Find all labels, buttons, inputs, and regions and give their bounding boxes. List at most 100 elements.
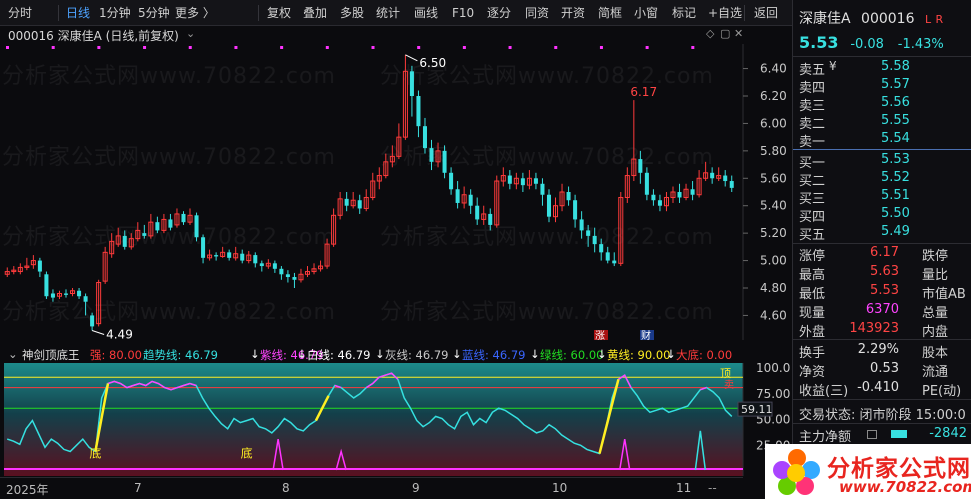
price-row: 5.53 -0.08 -1.43% bbox=[799, 33, 944, 52]
toolbar-item[interactable]: 返回 bbox=[754, 0, 778, 26]
sell-price: 5.55 bbox=[881, 113, 910, 128]
high-label: 6.50 bbox=[419, 56, 446, 70]
price-tick-label: 5.00 bbox=[760, 254, 787, 268]
diamond-icon[interactable]: ◇ bbox=[706, 27, 714, 40]
low-label: 4.49 bbox=[106, 328, 133, 340]
arrow-down-icon: ↓ bbox=[530, 347, 540, 361]
candle-body bbox=[729, 181, 734, 188]
stat-label: 外盘 bbox=[799, 325, 826, 340]
main-flow-label: 主力净额 bbox=[799, 430, 852, 445]
buy-label: 买三 bbox=[799, 192, 826, 207]
candle-body bbox=[344, 198, 349, 206]
indicator-chart[interactable]: 底底顶卖100.075.0050.0025.0059.11 bbox=[0, 361, 790, 476]
scroll-icon[interactable]: ‑‑ bbox=[708, 481, 717, 495]
buy-label: 买一 bbox=[799, 156, 826, 171]
toolbar-item[interactable]: 5分钟 bbox=[138, 0, 170, 26]
toolbar-item[interactable]: 统计 bbox=[376, 0, 400, 26]
stat-label: 净资 bbox=[799, 365, 826, 380]
chart-header: 000016 深康佳A (日线,前复权) ⌄ ◇ ▢ ✕ bbox=[0, 26, 743, 44]
candle-body bbox=[168, 219, 173, 228]
candle-body bbox=[592, 235, 597, 245]
buy-row: 买一 5.53 bbox=[799, 152, 969, 171]
sell-row: 卖二 5.55 bbox=[799, 113, 969, 132]
price-tick-label: 5.20 bbox=[760, 226, 787, 240]
toolbar-item[interactable]: 小窗 bbox=[634, 0, 658, 26]
toolbar-item[interactable]: 简框 bbox=[598, 0, 622, 26]
signal-dot bbox=[691, 46, 695, 49]
price-tick-label: 5.60 bbox=[760, 171, 787, 185]
candle-body bbox=[194, 215, 199, 238]
signal-dot bbox=[325, 46, 329, 49]
stat-row: 换手 2.29% 股本 bbox=[799, 342, 969, 361]
toolbar-item[interactable]: 同资 bbox=[525, 0, 549, 26]
peak-label: 6.17 bbox=[630, 85, 657, 99]
toolbar-item[interactable]: 分时 bbox=[8, 0, 32, 26]
close-icon[interactable]: ✕ bbox=[734, 27, 743, 40]
stat-value: 0.53 bbox=[870, 361, 899, 376]
stock-code: 000016 bbox=[861, 11, 915, 27]
toolbar-item[interactable]: 开资 bbox=[561, 0, 585, 26]
candle-body bbox=[214, 255, 219, 257]
stat-label: 涨停 bbox=[799, 249, 826, 264]
date-tick: 10 bbox=[552, 481, 568, 495]
buy-row: 买五 5.49 bbox=[799, 224, 969, 243]
price-tick-label: 4.80 bbox=[760, 281, 787, 295]
sell-row: 卖四 5.57 bbox=[799, 77, 969, 96]
candle-body bbox=[455, 189, 460, 203]
stat-label-2: 股本 bbox=[922, 346, 949, 361]
candlestick-chart[interactable]: 分析家公式网www.70822.com 分析家公式网www.70822.com … bbox=[0, 44, 790, 340]
stat-label: 现量 bbox=[799, 306, 826, 321]
candle-body bbox=[540, 183, 545, 195]
stat-row: 涨停 6.17 跌停 bbox=[799, 245, 969, 264]
candle-body bbox=[468, 194, 473, 206]
sell-row: 卖一 5.54 bbox=[799, 131, 969, 150]
bottom-label: 底 bbox=[241, 446, 253, 461]
toolbar-item[interactable]: 叠加 bbox=[303, 0, 327, 26]
signal-dot bbox=[508, 46, 512, 49]
sell-label: 卖一 bbox=[799, 135, 826, 150]
indicator-svg: 底底顶卖100.075.0050.0025.0059.11 bbox=[4, 361, 790, 476]
divider bbox=[793, 56, 971, 57]
stat-row: 最低 5.53 市值AB bbox=[799, 283, 969, 302]
price-tick-label: 6.20 bbox=[760, 89, 787, 103]
toolbar-item[interactable]: 日线 bbox=[66, 0, 90, 26]
toolbar-item[interactable]: 逐分 bbox=[487, 0, 511, 26]
buy-price: 5.50 bbox=[881, 206, 910, 221]
stat-label-2: 总量 bbox=[922, 306, 949, 321]
candlestick-svg: 6.40 6.20 6.00 5.80 5.60 5.40 5.20 5.00 4.80 4.60… bbox=[4, 44, 787, 340]
date-axis: 2025年 7 8 9 10 11 ‑‑ bbox=[0, 477, 743, 499]
badge-l: L bbox=[924, 13, 932, 26]
toolbar-item[interactable]: 1分钟 bbox=[99, 0, 131, 26]
buy-label: 买五 bbox=[799, 228, 826, 243]
arrow-down-icon: ↓ bbox=[452, 347, 462, 361]
signal-dot bbox=[234, 46, 238, 49]
toolbar-item[interactable]: 更多 〉 bbox=[175, 0, 215, 26]
indicator-value-label: 趋势线: 46.79 bbox=[143, 348, 218, 362]
restore-icon[interactable]: ▢ bbox=[720, 27, 730, 40]
signal-dot bbox=[143, 46, 147, 49]
toolbar-item[interactable]: 画线 bbox=[414, 0, 438, 26]
toolbar-item[interactable]: +自选 bbox=[708, 0, 742, 26]
sell-price: 5.54 bbox=[881, 131, 910, 146]
marker-zhang: 涨 bbox=[595, 330, 605, 340]
indicator-value-label: 黄线: 90.00 bbox=[607, 348, 671, 362]
candle-body bbox=[573, 200, 578, 220]
toolbar-item[interactable]: 多股 bbox=[340, 0, 364, 26]
stock-name: 深康佳A bbox=[799, 11, 851, 27]
stat-label-2: PE(动) bbox=[922, 384, 962, 399]
chevron-down-icon[interactable]: ⌄ bbox=[186, 27, 195, 40]
toolbar-item[interactable]: F10 bbox=[452, 0, 474, 26]
toolbar-item[interactable]: 标记 bbox=[672, 0, 696, 26]
toolbar-item[interactable]: 复权 bbox=[267, 0, 291, 26]
date-tick: 9 bbox=[412, 481, 420, 495]
stat-row: 净资 0.53 流通 bbox=[799, 361, 969, 380]
flow-icon[interactable] bbox=[867, 430, 877, 439]
indicator-axis-label: 100.0 bbox=[756, 363, 790, 375]
stat-label-2: 市值AB bbox=[922, 287, 966, 302]
indicator-background bbox=[4, 363, 743, 476]
buy-row: 买四 5.50 bbox=[799, 206, 969, 225]
indicator-dropdown-icon[interactable]: ⌄ bbox=[8, 347, 18, 361]
buy-price: 5.53 bbox=[881, 152, 910, 167]
date-tick: 11 bbox=[676, 481, 692, 495]
candle-body bbox=[690, 189, 695, 195]
